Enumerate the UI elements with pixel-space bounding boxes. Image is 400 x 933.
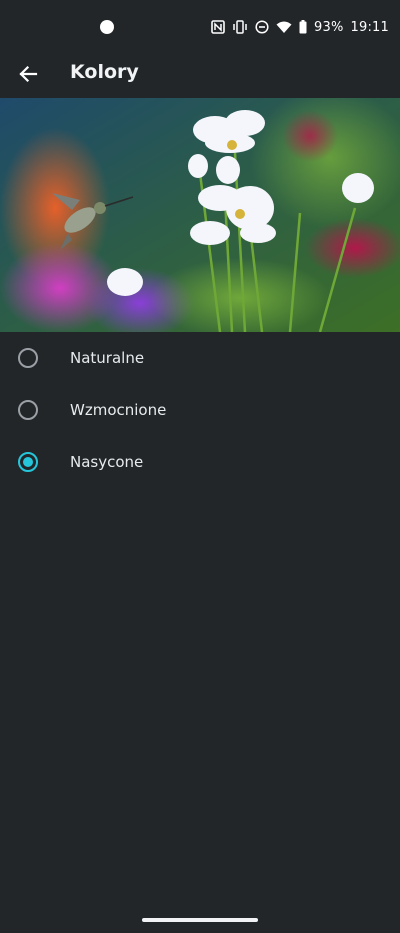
back-button[interactable] [14, 60, 42, 88]
color-mode-options: Naturalne Wzmocnione Nasycone [0, 332, 400, 488]
dnd-icon [255, 20, 269, 34]
option-label: Wzmocnione [70, 401, 167, 419]
option-label: Nasycone [70, 453, 144, 471]
hummingbird-flowers-image [0, 98, 400, 332]
clock: 19:11 [350, 19, 389, 35]
arrow-back-icon [19, 65, 38, 83]
home-indicator[interactable] [142, 918, 258, 922]
page-title: Kolory [70, 61, 139, 83]
option-label: Naturalne [70, 349, 145, 367]
vibrate-icon [233, 20, 247, 34]
option-saturated[interactable]: Nasycone [0, 436, 400, 488]
battery-percent: 93% [314, 19, 344, 35]
nfc-icon [211, 20, 225, 34]
status-icons: 93% 19:11 [211, 17, 389, 37]
radio-natural[interactable] [18, 348, 38, 368]
radio-boosted[interactable] [18, 400, 38, 420]
color-preview-image [0, 98, 400, 332]
app-bar: Kolory [0, 52, 400, 98]
option-natural[interactable]: Naturalne [0, 332, 400, 384]
screen: 93% 19:11 Kolory Naturalne Wzmocnione Na… [0, 0, 400, 933]
status-bar: 93% 19:11 [0, 0, 400, 52]
wifi-icon [276, 21, 292, 33]
battery-icon [299, 20, 307, 34]
camera-cutout [100, 20, 114, 34]
radio-saturated[interactable] [18, 452, 38, 472]
option-boosted[interactable]: Wzmocnione [0, 384, 400, 436]
